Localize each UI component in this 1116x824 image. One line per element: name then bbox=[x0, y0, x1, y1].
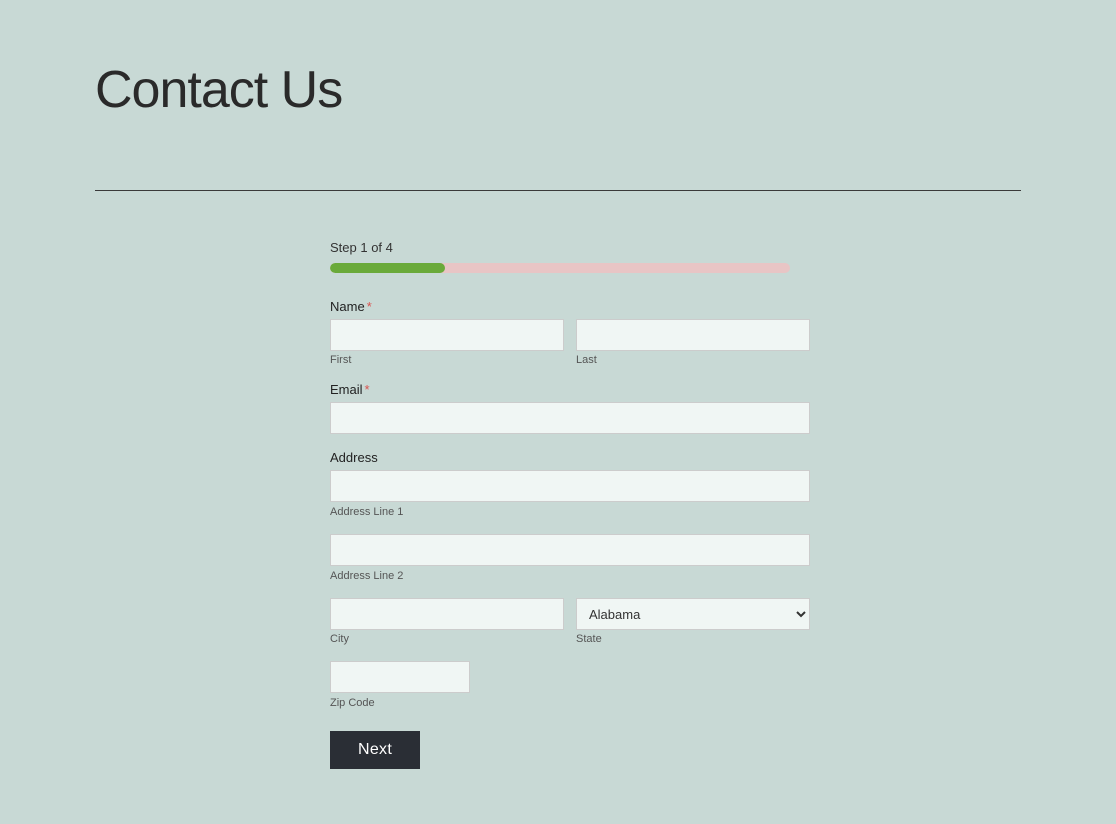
city-sub-label: City bbox=[330, 633, 564, 645]
email-input[interactable] bbox=[330, 402, 810, 434]
progress-bar-fill bbox=[330, 263, 445, 273]
name-field-group: Name* First Last bbox=[330, 299, 810, 366]
next-button[interactable]: Next bbox=[330, 731, 420, 769]
city-wrapper: City bbox=[330, 598, 564, 645]
first-name-wrapper: First bbox=[330, 319, 564, 366]
last-name-wrapper: Last bbox=[576, 319, 810, 366]
name-required-star: * bbox=[367, 299, 372, 314]
name-row: First Last bbox=[330, 319, 810, 366]
name-label: Name* bbox=[330, 299, 810, 314]
address-label: Address bbox=[330, 450, 810, 465]
divider bbox=[95, 190, 1021, 191]
step-label: Step 1 of 4 bbox=[330, 240, 810, 255]
email-required-star: * bbox=[365, 382, 370, 397]
state-wrapper: Alabama Alaska Arizona Arkansas Californ… bbox=[576, 598, 810, 645]
email-label: Email* bbox=[330, 382, 810, 397]
last-name-sub-label: Last bbox=[576, 354, 810, 366]
address-line1-wrapper: Address Line 1 bbox=[330, 470, 810, 520]
last-name-input[interactable] bbox=[576, 319, 810, 351]
address-line2-input[interactable] bbox=[330, 534, 810, 566]
address-line2-sub-label: Address Line 2 bbox=[330, 570, 403, 582]
progress-bar-container bbox=[330, 263, 790, 273]
state-select[interactable]: Alabama Alaska Arizona Arkansas Californ… bbox=[576, 598, 810, 630]
city-state-row: City Alabama Alaska Arizona Arkansas Cal… bbox=[330, 598, 810, 645]
first-name-input[interactable] bbox=[330, 319, 564, 351]
zip-sub-label: Zip Code bbox=[330, 697, 375, 709]
address-line2-wrapper: Address Line 2 bbox=[330, 534, 810, 584]
city-input[interactable] bbox=[330, 598, 564, 630]
email-field-group: Email* bbox=[330, 382, 810, 434]
page-title: Contact Us bbox=[95, 60, 342, 120]
address-line1-sub-label: Address Line 1 bbox=[330, 506, 403, 518]
form-container: Step 1 of 4 Name* First Last bbox=[330, 240, 810, 769]
address-line1-input[interactable] bbox=[330, 470, 810, 502]
page-wrapper: Contact Us Step 1 of 4 Name* First Last bbox=[0, 0, 1116, 824]
state-sub-label: State bbox=[576, 633, 810, 645]
zip-wrapper: Zip Code bbox=[330, 661, 470, 711]
first-name-sub-label: First bbox=[330, 354, 564, 366]
address-field-group: Address Address Line 1 Address Line 2 Ci… bbox=[330, 450, 810, 711]
zip-input[interactable] bbox=[330, 661, 470, 693]
